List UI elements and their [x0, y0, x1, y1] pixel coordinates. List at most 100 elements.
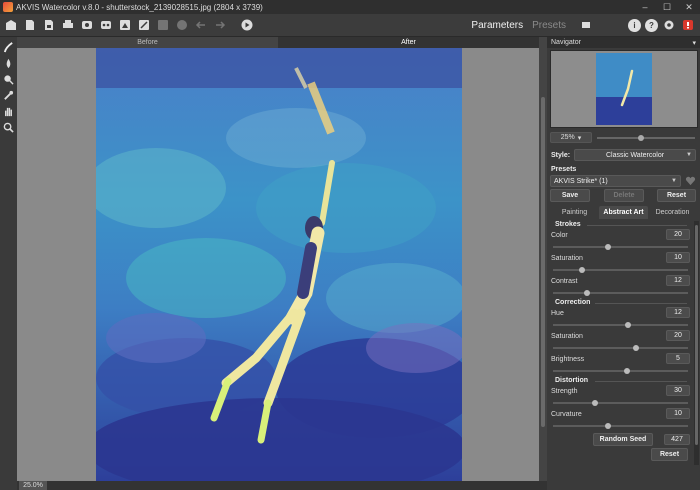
title-bar: AKVIS Watercolor v.8.0 - shutterstock_21…: [0, 0, 700, 14]
tool-column: [0, 37, 17, 490]
param-curvature-value[interactable]: 10: [666, 408, 690, 419]
reset-preset-button[interactable]: Reset: [657, 189, 696, 202]
tab-painting[interactable]: Painting: [550, 206, 599, 219]
share-icon[interactable]: [79, 17, 95, 33]
zoom-icon[interactable]: [0, 119, 17, 135]
param-color-knob[interactable]: [604, 244, 611, 250]
color-picker-icon[interactable]: [0, 71, 17, 87]
section-divider: [587, 225, 687, 226]
param-color-label: Color: [551, 232, 568, 239]
presets-label: Presets: [551, 166, 577, 173]
style-select[interactable]: Classic Watercolor ▼: [574, 149, 696, 161]
style-label: Style:: [551, 152, 571, 159]
param-saturation-slider[interactable]: [553, 345, 688, 351]
info-icon[interactable]: i: [628, 18, 641, 32]
notifications-icon[interactable]: [680, 17, 696, 33]
app-logo-icon: [3, 2, 13, 12]
favorite-heart-icon[interactable]: [685, 175, 696, 186]
param-saturation-label: Saturation: [551, 333, 583, 340]
canvas-vertical-scrollbar[interactable]: [539, 37, 547, 481]
param-contrast-knob[interactable]: [583, 290, 590, 296]
tab-parameters[interactable]: Parameters: [471, 20, 523, 31]
undo-icon[interactable]: [193, 17, 209, 33]
underwater-swimmer-painting: [96, 48, 462, 481]
tab-presets[interactable]: Presets: [532, 20, 566, 31]
param-saturation-label: Saturation: [551, 255, 583, 262]
zoom-readout: 25.0%: [19, 481, 47, 490]
param-color-slider[interactable]: [553, 244, 688, 250]
zoom-slider-knob[interactable]: [638, 135, 645, 141]
maximize-button[interactable]: ☐: [656, 0, 678, 14]
tab-abstract-art[interactable]: Abstract Art: [599, 206, 648, 219]
save-preset-button[interactable]: Save: [550, 189, 590, 202]
param-brightness-slider[interactable]: [553, 368, 688, 374]
reset-parameters-button[interactable]: Reset: [651, 448, 688, 461]
preferences-icon[interactable]: [578, 17, 594, 33]
random-seed-button[interactable]: Random Seed: [593, 433, 653, 446]
window-title: AKVIS Watercolor v.8.0 - shutterstock_21…: [16, 2, 263, 12]
param-saturation-slider[interactable]: [553, 267, 688, 273]
navigator-title: Navigator: [551, 39, 581, 46]
watercolor-image[interactable]: [96, 48, 462, 481]
run-icon[interactable]: [239, 17, 255, 33]
delete-preset-button[interactable]: Delete: [604, 189, 644, 202]
section-divider: [595, 303, 687, 304]
param-hue-knob[interactable]: [625, 322, 632, 328]
image-canvas-area[interactable]: Before After: [17, 37, 539, 481]
param-saturation-knob[interactable]: [632, 345, 639, 351]
watermark-icon[interactable]: [174, 17, 190, 33]
param-strength-slider[interactable]: [553, 400, 688, 406]
print-icon[interactable]: [60, 17, 76, 33]
tab-after[interactable]: After: [278, 37, 539, 48]
param-brightness-value[interactable]: 5: [666, 353, 690, 364]
stroke-brush-icon[interactable]: [0, 39, 17, 55]
preset-select[interactable]: AKVIS Strike* (1) ▼: [550, 175, 681, 187]
param-hue-value[interactable]: 12: [666, 307, 690, 318]
param-contrast-slider[interactable]: [553, 290, 688, 296]
navigator-menu-icon[interactable]: ▾: [692, 39, 696, 47]
panel-scrollbar[interactable]: [694, 221, 699, 465]
eyedropper-icon[interactable]: [0, 87, 17, 103]
param-brightness-knob[interactable]: [623, 368, 630, 374]
param-strength-value[interactable]: 30: [666, 385, 690, 396]
canvas-scroll-thumb[interactable]: [541, 97, 545, 427]
main-toolbar: Parameters Presets i ?: [0, 14, 700, 37]
open-file-icon[interactable]: [22, 17, 38, 33]
param-saturation-knob[interactable]: [578, 267, 585, 273]
canvas-icon[interactable]: [117, 17, 133, 33]
param-strength-label: Strength: [551, 388, 578, 395]
zoom-slider[interactable]: [597, 135, 695, 141]
navigator-preview[interactable]: [550, 50, 698, 128]
save-file-icon[interactable]: [41, 17, 57, 33]
param-curvature-knob[interactable]: [604, 423, 611, 429]
redo-icon[interactable]: [212, 17, 228, 33]
param-curvature-slider[interactable]: [553, 423, 688, 429]
chevron-down-icon: ▼: [686, 152, 692, 158]
param-contrast-value[interactable]: 12: [666, 275, 690, 286]
drop-icon[interactable]: [0, 55, 17, 71]
param-saturation-value[interactable]: 10: [666, 252, 690, 263]
param-curvature-label: Curvature: [551, 411, 582, 418]
minimize-button[interactable]: –: [634, 0, 656, 14]
param-color-value[interactable]: 20: [666, 229, 690, 240]
tab-before[interactable]: Before: [17, 37, 278, 48]
section-correction: Correction: [555, 299, 591, 306]
navigator-thumbnail: [596, 53, 652, 125]
help-icon[interactable]: ?: [645, 18, 658, 32]
settings-gear-icon[interactable]: [661, 17, 677, 33]
panel-scroll-thumb[interactable]: [695, 225, 698, 445]
param-strength-knob[interactable]: [591, 400, 598, 406]
random-seed-value[interactable]: 427: [664, 434, 690, 445]
param-saturation-value[interactable]: 20: [666, 330, 690, 341]
brush-settings-icon[interactable]: [136, 17, 152, 33]
zoom-select[interactable]: 25% ▾: [550, 132, 592, 143]
batch-icon[interactable]: [98, 17, 114, 33]
close-button[interactable]: ✕: [678, 0, 700, 14]
section-strokes: Strokes: [555, 221, 581, 228]
text-icon[interactable]: [155, 17, 171, 33]
home-icon[interactable]: [3, 17, 19, 33]
param-brightness-label: Brightness: [551, 356, 585, 363]
param-hue-slider[interactable]: [553, 322, 688, 328]
tab-decoration[interactable]: Decoration: [648, 206, 697, 219]
hand-icon[interactable]: [0, 103, 17, 119]
